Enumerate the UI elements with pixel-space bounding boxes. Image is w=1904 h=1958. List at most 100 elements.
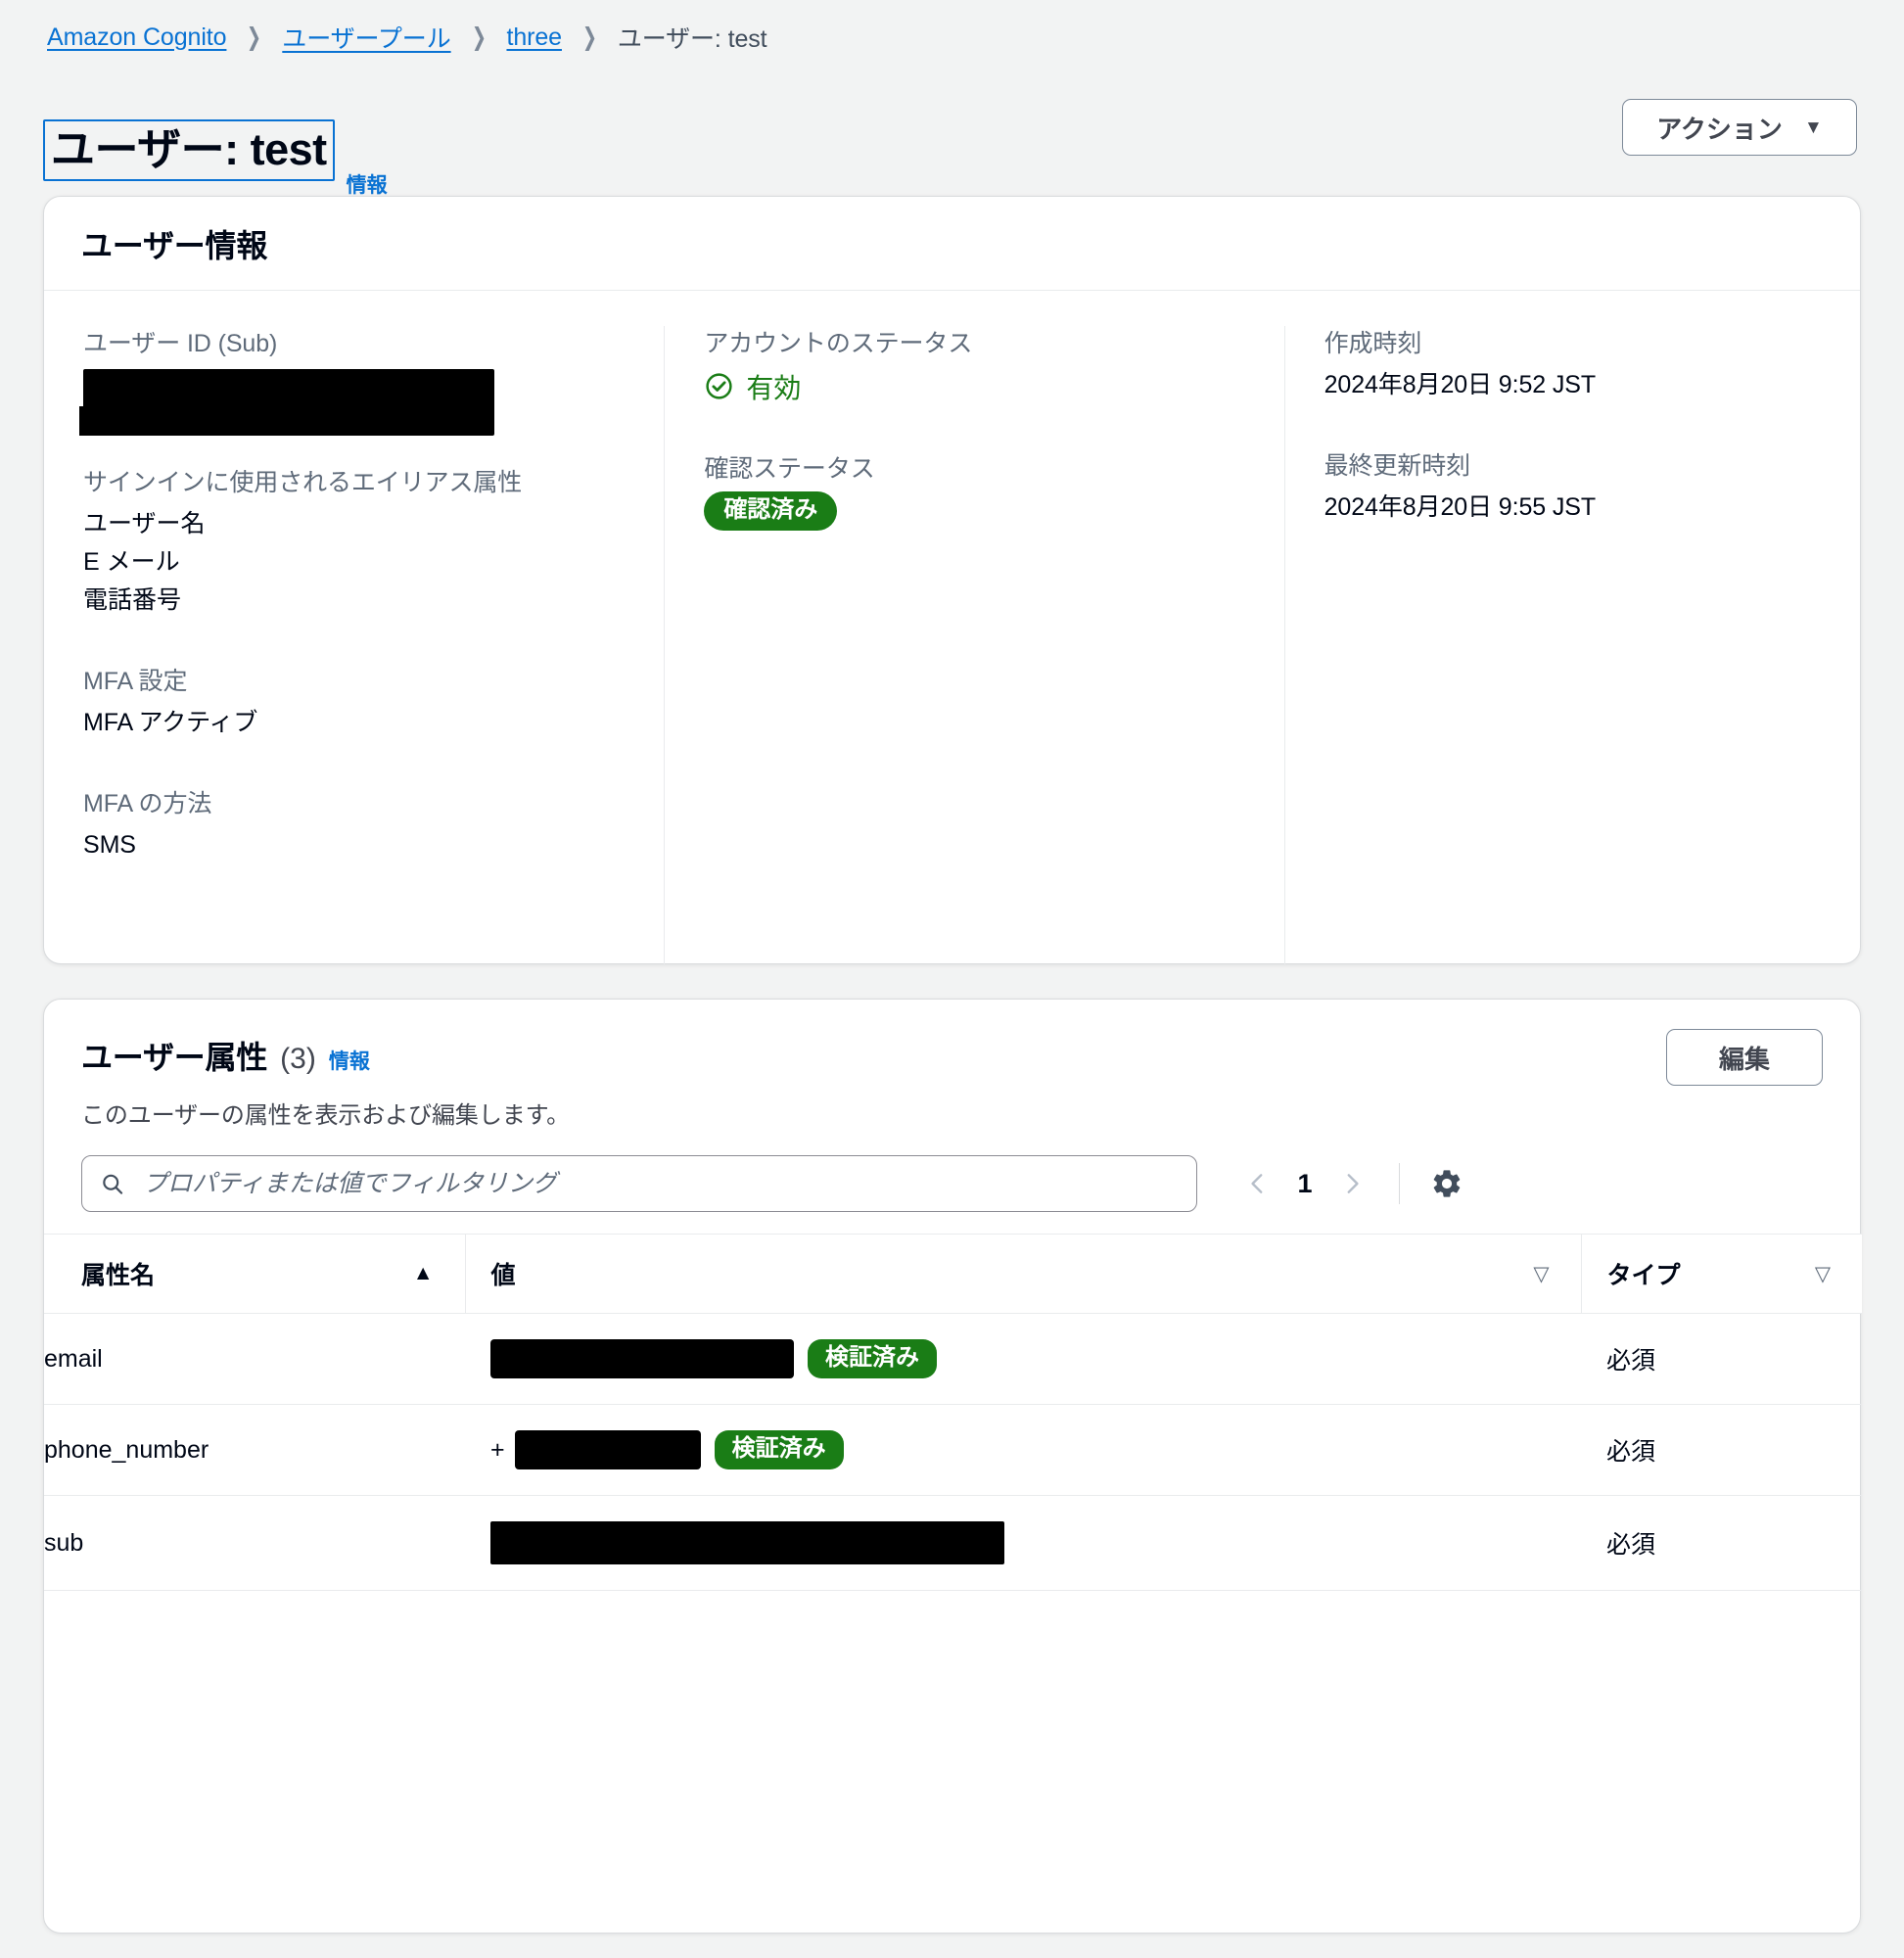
- field-signin-aliases-label: サインインに使用されるエイリアス属性: [83, 468, 523, 496]
- breadcrumb-separator-icon: ❯: [581, 23, 597, 51]
- breadcrumb-item-amazon-cognito[interactable]: Amazon Cognito: [47, 23, 227, 52]
- field-confirmation-status: 確認ステータス 確認済み: [704, 451, 1244, 531]
- breadcrumb-item-three[interactable]: three: [506, 23, 562, 52]
- field-user-sub-label: ユーザー ID (Sub): [83, 330, 278, 357]
- user-info-body: ユーザー ID (Sub) サインインに使用されるエイリアス属性 ユーザー名 E…: [44, 291, 1860, 964]
- field-mfa-method-label: MFA の方法: [83, 790, 212, 818]
- cell-attribute-value: 検証済み: [465, 1313, 1581, 1405]
- field-mfa-setting-value: MFA アクティブ: [83, 708, 258, 736]
- actions-button-label: アクション: [1656, 114, 1783, 144]
- attributes-table: 属性名 ▲ 値 ▽ タイプ ▽ email 検証済み 必須 phone_numb…: [44, 1234, 1862, 1591]
- user-info-column-timestamps: 作成時刻 2024年8月20日 9:52 JST 最終更新時刻 2024年8月2…: [1283, 326, 1860, 964]
- toolbar-divider: [1399, 1163, 1400, 1204]
- column-header-type-label: タイプ: [1606, 1262, 1681, 1289]
- field-account-status: アカウントのステータス 有効: [704, 326, 1244, 406]
- field-updated-time-label: 最終更新時刻: [1324, 452, 1471, 480]
- pagination-next-button[interactable]: [1326, 1158, 1377, 1209]
- gear-icon: [1433, 1170, 1461, 1197]
- search-icon: [103, 1174, 123, 1194]
- column-header-value[interactable]: 値 ▽: [464, 1234, 1581, 1314]
- breadcrumb: Amazon Cognito ❯ ユーザープール ❯ three ❯ ユーザー:…: [47, 20, 767, 55]
- status-badge-verified: 検証済み: [808, 1339, 937, 1378]
- cell-attribute-type: 必須: [1581, 1313, 1862, 1405]
- attributes-table-body: email 検証済み 必須 phone_number + 検証済み 必須 sub…: [44, 1313, 1862, 1591]
- pagination: 1: [1232, 1158, 1472, 1209]
- column-header-type[interactable]: タイプ ▽: [1580, 1234, 1862, 1314]
- field-created-time-value: 2024年8月20日 9:52 JST: [1324, 370, 1597, 398]
- field-signin-aliases: サインインに使用されるエイリアス属性 ユーザー名 E メール 電話番号: [83, 465, 625, 620]
- user-attributes-header: ユーザー属性 (3) 情報 編集: [44, 1000, 1860, 1086]
- field-mfa-method: MFA の方法 SMS: [83, 786, 625, 863]
- page-title: ユーザー: test: [43, 119, 335, 182]
- chevron-down-icon: ▼: [1803, 117, 1823, 138]
- pagination-page-1[interactable]: 1: [1283, 1169, 1326, 1199]
- list-item: 電話番号: [83, 585, 182, 614]
- field-mfa-setting-label: MFA 設定: [83, 668, 188, 696]
- cell-attribute-value: [465, 1495, 1581, 1591]
- redacted-user-sub-value: [79, 368, 494, 436]
- status-badge-account-enabled: 有効: [704, 367, 1244, 406]
- page-root: Amazon Cognito ❯ ユーザープール ❯ three ❯ ユーザー:…: [0, 0, 1904, 1958]
- redacted-email-value: [490, 1339, 794, 1378]
- sort-descending-icon: ▽: [1533, 1262, 1550, 1285]
- user-info-panel-title: ユーザー情報: [81, 227, 268, 263]
- list-item: ユーザー名: [83, 510, 206, 537]
- user-info-panel: ユーザー情報 ユーザー ID (Sub) サインインに使用されるエイリアス属性 …: [43, 196, 1861, 964]
- breadcrumb-separator-icon: ❯: [247, 23, 262, 51]
- user-attributes-count: (3): [280, 1043, 316, 1075]
- table-header-row: 属性名 ▲ 値 ▽ タイプ ▽: [44, 1234, 1862, 1314]
- breadcrumb-separator-icon: ❯: [471, 23, 487, 51]
- sort-descending-icon: ▽: [1814, 1262, 1831, 1285]
- column-header-value-label: 値: [490, 1262, 516, 1289]
- breadcrumb-item-user-pools[interactable]: ユーザープール: [282, 20, 450, 55]
- field-mfa-method-value: SMS: [83, 830, 136, 859]
- attributes-filter-row: 1: [44, 1130, 1860, 1212]
- user-info-column-status: アカウントのステータス 有効 確認ステータス 確認済み: [664, 326, 1283, 964]
- status-badge-verified: 検証済み: [714, 1430, 844, 1469]
- chevron-left-icon: [1251, 1174, 1263, 1193]
- field-account-status-label: アカウントのステータス: [704, 330, 973, 357]
- search-input[interactable]: [140, 1168, 1179, 1199]
- column-header-attribute-name-label: 属性名: [81, 1262, 156, 1289]
- user-attributes-title-row: ユーザー属性 (3) 情報: [81, 1033, 370, 1078]
- page-header: ユーザー: test 情報 アクション ▼: [0, 90, 1904, 197]
- pagination-prev-button[interactable]: [1232, 1158, 1283, 1209]
- search-box[interactable]: [81, 1155, 1197, 1212]
- user-attributes-title: ユーザー属性: [81, 1040, 268, 1075]
- cell-attribute-type: 必須: [1581, 1404, 1862, 1496]
- field-mfa-setting: MFA 設定 MFA アクティブ: [83, 664, 625, 741]
- cell-attribute-type: 必須: [1581, 1495, 1862, 1591]
- user-attributes-info-link[interactable]: 情報: [329, 1046, 370, 1075]
- redacted-phone-value: [514, 1430, 701, 1469]
- user-info-panel-header: ユーザー情報: [44, 197, 1860, 291]
- breadcrumb-item-current-user: ユーザー: test: [617, 25, 767, 53]
- sort-ascending-icon: ▲: [412, 1262, 434, 1284]
- check-circle-icon: [706, 373, 732, 399]
- table-row: email 検証済み 必須: [44, 1313, 1862, 1405]
- edit-button[interactable]: 編集: [1666, 1029, 1823, 1086]
- list-item: E メール: [83, 547, 180, 576]
- page-info-link[interactable]: 情報: [347, 169, 388, 199]
- account-status-value: 有効: [746, 372, 802, 403]
- status-badge-confirmed: 確認済み: [704, 491, 838, 531]
- cell-attribute-value: + 検証済み: [465, 1404, 1581, 1496]
- actions-button[interactable]: アクション ▼: [1622, 99, 1857, 156]
- signin-alias-list: ユーザー名 E メール 電話番号: [83, 505, 625, 619]
- cell-attribute-name: email: [44, 1313, 465, 1405]
- chevron-right-icon: [1347, 1174, 1359, 1193]
- field-updated-time-value: 2024年8月20日 9:55 JST: [1324, 492, 1597, 521]
- field-updated-time: 最終更新時刻 2024年8月20日 9:55 JST: [1324, 448, 1821, 526]
- table-preferences-button[interactable]: [1421, 1158, 1472, 1209]
- user-info-column-identity: ユーザー ID (Sub) サインインに使用されるエイリアス属性 ユーザー名 E…: [44, 326, 664, 964]
- cell-attribute-name: phone_number: [44, 1404, 465, 1496]
- user-attributes-panel: ユーザー属性 (3) 情報 編集 このユーザーの属性を表示および編集します。 プ…: [43, 999, 1862, 1934]
- cell-attribute-name: sub: [44, 1495, 465, 1591]
- column-header-attribute-name[interactable]: 属性名 ▲: [44, 1234, 465, 1314]
- phone-country-prefix: +: [490, 1435, 505, 1464]
- page-title-wrap: ユーザー: test 情報: [43, 90, 388, 210]
- field-created-time: 作成時刻 2024年8月20日 9:52 JST: [1324, 326, 1821, 403]
- field-confirmation-status-label: 確認ステータス: [704, 454, 875, 483]
- user-attributes-description: このユーザーの属性を表示および編集します。: [81, 1102, 571, 1129]
- redacted-sub-value: [490, 1521, 1004, 1564]
- table-row: sub 必須: [44, 1495, 1862, 1591]
